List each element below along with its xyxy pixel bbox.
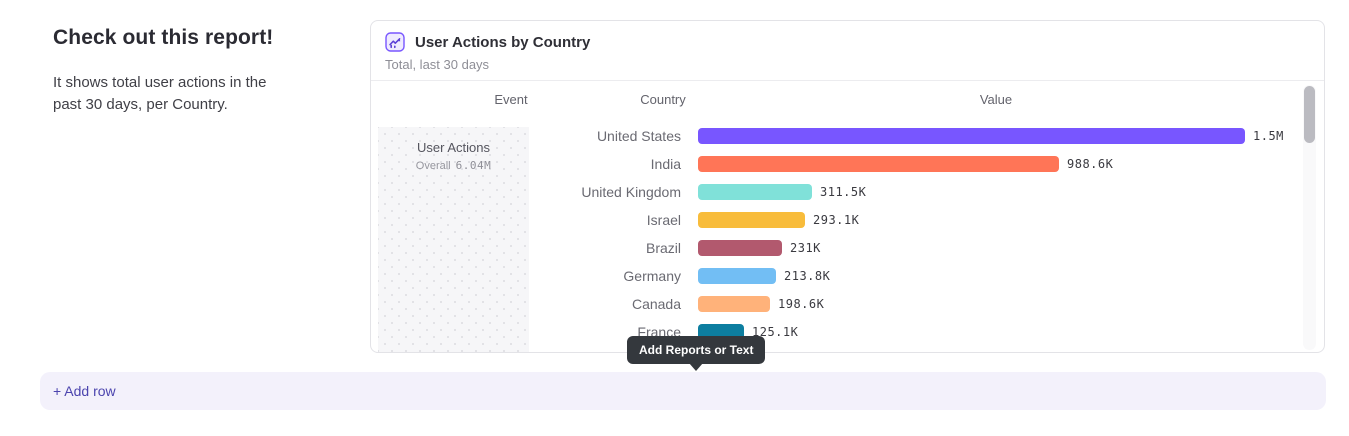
value-label: 231K [790,241,821,255]
bar-segment[interactable] [698,184,812,200]
chart-row: Brazil 231K [371,234,1324,262]
page-description: It shows total user actions in the past … [53,72,288,116]
country-label: India [371,156,681,172]
value-label: 988.6K [1067,157,1113,171]
bar-segment[interactable] [698,296,770,312]
chart-row: India 988.6K [371,150,1324,178]
chart-row: Israel 293.1K [371,206,1324,234]
country-label: Germany [371,268,681,284]
country-label: United States [371,128,681,144]
column-header-event: Event [494,92,527,107]
value-label: 198.6K [778,297,824,311]
add-row-button[interactable]: + Add row [40,372,1326,410]
chart-row: United States 1.5M [371,122,1324,150]
line-chart-icon [385,32,405,52]
add-reports-tooltip: Add Reports or Text [627,336,765,364]
chart-row: United Kingdom 311.5K [371,178,1324,206]
tooltip-label: Add Reports or Text [639,343,753,357]
country-label: Canada [371,296,681,312]
bar-segment[interactable] [698,156,1059,172]
bar-segment[interactable] [698,128,1245,144]
chart-row: Germany 213.8K [371,262,1324,290]
report-title: User Actions by Country [415,34,590,51]
chart-row: France 125.1K [371,318,1324,346]
tooltip-caret-icon [689,363,703,371]
page-heading: Check out this report! [53,26,303,50]
bar-segment[interactable] [698,268,776,284]
value-label: 293.1K [813,213,859,227]
value-label: 311.5K [820,185,866,199]
scrollbar-thumb[interactable] [1304,86,1315,143]
report-card[interactable]: User Actions by Country Total, last 30 d… [370,20,1325,353]
intro-block: Check out this report! It shows total us… [53,26,303,116]
report-card-header: User Actions by Country Total, last 30 d… [371,21,1324,80]
country-label: Israel [371,212,681,228]
chart-row: Canada 198.6K [371,290,1324,318]
report-subtitle: Total, last 30 days [385,57,1310,72]
bar-segment[interactable] [698,212,805,228]
chart-rows: United States 1.5M India 988.6K United K… [371,122,1324,346]
bar-segment[interactable] [698,240,782,256]
add-row-label: + Add row [53,383,116,399]
column-header-country: Country [640,92,686,107]
value-label: 213.8K [784,269,830,283]
value-label: 1.5M [1253,129,1284,143]
chart-area: Event Country Value User Actions Overall… [371,81,1324,352]
country-label: United Kingdom [371,184,681,200]
column-header-value: Value [980,92,1012,107]
scrollbar-track[interactable] [1303,85,1316,350]
country-label: Brazil [371,240,681,256]
